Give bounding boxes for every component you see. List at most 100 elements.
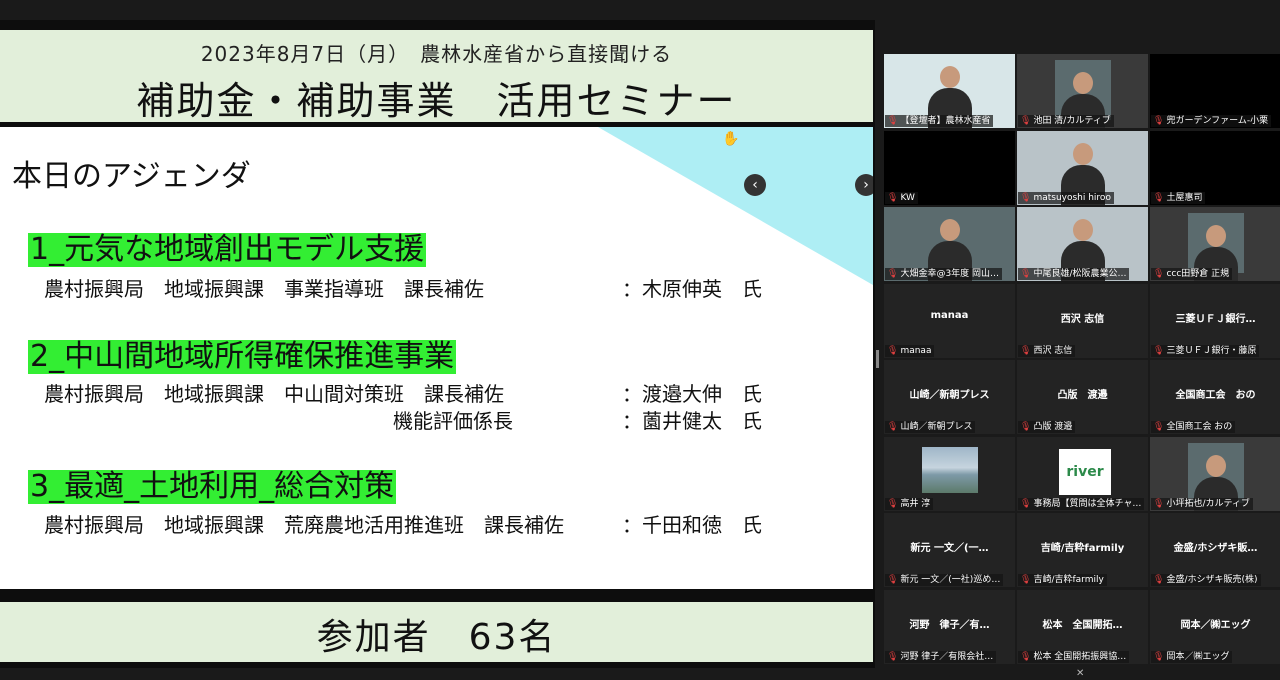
participant-tile[interactable]: 凸版 渡邉 🎙 凸版 渡邉 (1017, 360, 1148, 434)
participant-name-label: 🎙 吉崎/吉粋farmily (1018, 574, 1107, 586)
muted-mic-icon: 🎙 (1153, 498, 1165, 509)
participant-name-label: 🎙 事務局【質問は全体チャ… (1018, 497, 1145, 510)
participant-tile[interactable]: 西沢 志信 🎙 西沢 志信 (1017, 283, 1148, 358)
participant-name: 金盛/ホシザキ販売(株) (1166, 575, 1258, 585)
participant-name: matsuyoshi hiroo (1033, 192, 1111, 203)
agenda-item-1-dept: 農村振興局 地域振興課 事業指導班 課長補佐 (44, 277, 484, 301)
participant-name: 池田 清/カルティブ (1033, 116, 1111, 126)
participant-tile[interactable]: 山崎／新朝プレス 🎙 山崎／新朝プレス (884, 360, 1015, 434)
participant-display-name: manaa (930, 309, 969, 321)
participant-name-label: 🎙 池田 清/カルティブ (1018, 115, 1114, 127)
participant-name-label: 🎙 西沢 志信 (1018, 344, 1076, 357)
participant-tile[interactable]: 三菱ＵＦＪ銀行… 🎙 三菱ＵＦＪ銀行・藤原 (1150, 283, 1280, 358)
chevron-down-icon[interactable]: ✕ (1076, 668, 1084, 679)
participant-name-label: 🎙 中尾良雄/松阪農業公… (1018, 268, 1130, 280)
participant-display-name: 松本 全国開拓… (1042, 619, 1123, 631)
participant-tile[interactable]: 松本 全国開拓… 🎙 松本 全国開拓振興協… (1017, 589, 1148, 664)
muted-mic-icon: 🎙 (1020, 192, 1032, 203)
participant-name-label: 🎙 全国商工会 おの (1151, 421, 1236, 433)
muted-mic-icon: 🎙 (1153, 422, 1165, 432)
participant-display-name: 山崎／新朝プレス (909, 390, 990, 401)
participant-tile[interactable]: river 🎙 事務局【質問は全体チャ… (1017, 436, 1148, 511)
muted-mic-icon: 🎙 (1020, 422, 1032, 432)
participant-name: KW (900, 192, 915, 203)
participant-tile[interactable]: 🎙 兜ガーデンファーム-小栗 (1150, 54, 1280, 128)
participant-name-label: 🎙 土屋惠司 (1151, 191, 1206, 204)
participant-tile[interactable]: 🎙 大畑金幸@3年度 岡山… (884, 207, 1015, 281)
participant-name: 高井 淳 (900, 498, 931, 509)
participant-name: 山崎／新朝プレス (900, 422, 973, 432)
participant-name: 吉崎/吉粋farmily (1033, 575, 1104, 585)
participant-name-label: 🎙 小坪拓也/カルティブ (1151, 497, 1253, 510)
muted-mic-icon: 🎙 (1020, 345, 1032, 356)
muted-mic-icon: 🎙 (1020, 269, 1032, 279)
muted-mic-icon: 🎙 (887, 192, 899, 203)
muted-mic-icon: 🎙 (887, 575, 899, 585)
muted-mic-icon: 🎙 (1020, 498, 1032, 509)
participants-banner: 参加者 63名 (0, 602, 873, 662)
participant-name: manaa (900, 345, 932, 356)
agenda-item-2-person: ：渡邉大伸 氏 (622, 382, 762, 406)
agenda-item-1-person: ：木原伸英 氏 (622, 277, 762, 301)
participant-name: 土屋惠司 (1166, 192, 1203, 203)
participant-name-label: 🎙 大畑金幸@3年度 岡山… (885, 268, 1003, 280)
participant-count: 参加者 63名 (316, 617, 557, 658)
muted-mic-icon: 🎙 (1153, 269, 1165, 279)
participant-display-name: 三菱ＵＦＪ銀行… (1175, 313, 1256, 325)
participant-tile[interactable]: 🎙 高井 淳 (884, 436, 1015, 511)
participant-display-name: 金盛/ホシザキ販… (1173, 543, 1258, 554)
agenda-item-2-person-2: ：薗井健太 氏 (622, 409, 762, 433)
muted-mic-icon: 🎙 (1153, 651, 1165, 662)
muted-mic-icon: 🎙 (1020, 575, 1032, 585)
participant-tile[interactable]: 🎙 matsuyoshi hiroo (1017, 130, 1148, 205)
slide-header-banner: 2023年8月7日（月） 農林水産省から直接聞ける 補助金・補助事業 活用セミナ… (0, 30, 873, 123)
participant-display-name: 凸版 渡邉 (1057, 390, 1108, 401)
participant-display-name: 岡本／㈱エッグ (1180, 619, 1251, 631)
participant-name-label: 🎙 matsuyoshi hiroo (1018, 191, 1114, 204)
muted-mic-icon: 🎙 (1020, 116, 1032, 126)
participant-tile[interactable]: manaa 🎙 manaa (884, 283, 1015, 358)
participant-tile[interactable]: 岡本／㈱エッグ 🎙 岡本／㈱エッグ (1150, 589, 1280, 664)
seminar-title: 補助金・補助事業 活用セミナー (136, 79, 737, 123)
agenda-item-3-dept: 農村振興局 地域振興課 荒廃農地活用推進班 課長補佐 (44, 513, 564, 537)
seminar-date-subtitle: 2023年8月7日（月） 農林水産省から直接聞ける (200, 42, 673, 66)
muted-mic-icon: 🎙 (1020, 651, 1032, 662)
participant-name-label: 🎙 KW (885, 191, 918, 204)
participant-name: 全国商工会 おの (1166, 422, 1233, 432)
chevron-right-icon[interactable]: › (855, 174, 873, 196)
chevron-left-icon[interactable]: ‹ (744, 174, 766, 196)
participant-name: 凸版 渡邉 (1033, 422, 1073, 432)
participant-tile[interactable]: 🎙 【登壇者】農林水産省 (884, 54, 1015, 128)
participant-tile[interactable]: 🎙 小坪拓也/カルティブ (1150, 436, 1280, 511)
participant-tile[interactable]: 🎙 中尾良雄/松阪農業公… (1017, 207, 1148, 281)
participant-name-label: 🎙 新元 一文／(一社)巡め… (885, 574, 1004, 586)
participant-name: 三菱ＵＦＪ銀行・藤原 (1166, 345, 1257, 356)
muted-mic-icon: 🎙 (1153, 345, 1165, 356)
participant-tile[interactable]: 🎙 土屋惠司 (1150, 130, 1280, 205)
participant-name: 事務局【質問は全体チャ… (1033, 498, 1142, 509)
participant-name-label: 🎙 兜ガーデンファーム-小栗 (1151, 115, 1272, 127)
participant-tile[interactable]: 全国商工会 おの 🎙 全国商工会 おの (1150, 360, 1280, 434)
participant-name: 西沢 志信 (1033, 345, 1073, 356)
participant-name-label: 🎙 ccc田野倉 正規 (1151, 268, 1233, 280)
participant-display-name: 西沢 志信 (1060, 313, 1105, 325)
participant-tile[interactable]: 新元 一文／(一… 🎙 新元 一文／(一社)巡め… (884, 513, 1015, 587)
top-bar (0, 0, 1280, 20)
participant-name-label: 🎙 金盛/ホシザキ販売(株) (1151, 574, 1261, 586)
participant-tile[interactable]: 吉崎/吉粋farmily 🎙 吉崎/吉粋farmily (1017, 513, 1148, 587)
agenda-item-3-person: ：千田和徳 氏 (622, 513, 762, 537)
participant-video (1187, 442, 1244, 511)
participant-tile[interactable]: 🎙 ccc田野倉 正規 (1150, 207, 1280, 281)
participant-name: 【登壇者】農林水産省 (900, 116, 991, 126)
participant-tile[interactable]: 🎙 KW (884, 130, 1015, 205)
participant-tile[interactable]: 河野 律子／有… 🎙 河野 律子／有限会社… (884, 589, 1015, 664)
participant-tile[interactable]: 🎙 池田 清/カルティブ (1017, 54, 1148, 128)
participant-display-name: 河野 律子／有… (909, 619, 990, 631)
participant-name: 兜ガーデンファーム-小栗 (1166, 116, 1269, 126)
hand-cursor-icon: ✋ (722, 131, 740, 147)
participant-tile[interactable]: 金盛/ホシザキ販… 🎙 金盛/ホシザキ販売(株) (1150, 513, 1280, 587)
agenda-item-2-dept-2: 機能評価係長 (393, 409, 513, 433)
participant-gallery: 🎙 【登壇者】農林水産省 🎙 池田 清/カルティブ 🎙 兜ガーデンファーム-小栗 🎙 KW 🎙 m… (878, 50, 1280, 668)
participant-name: 河野 律子／有限会社… (900, 651, 994, 662)
muted-mic-icon: 🎙 (887, 345, 899, 356)
